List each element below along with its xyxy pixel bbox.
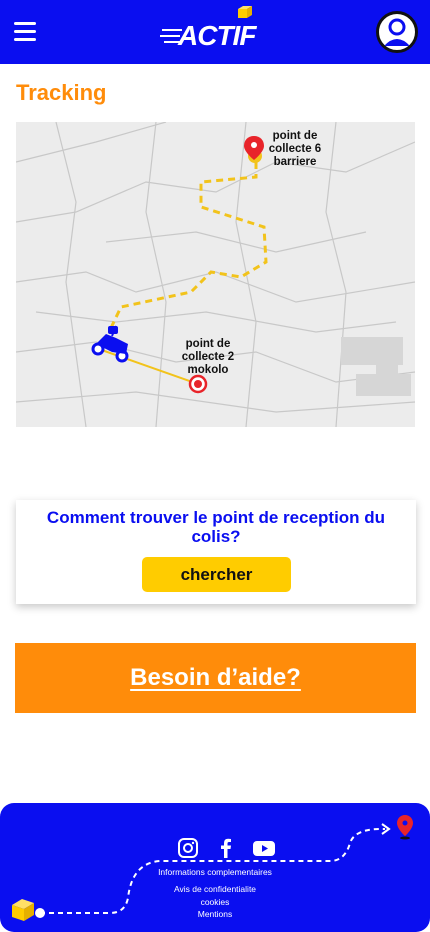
origin-label-line: point de [185,338,231,350]
origin-label: point de collecte 2 mokolo [173,338,243,377]
origin-label-line: mokolo [187,364,229,376]
logo-text: ACTIF [178,20,256,51]
footer-link-info[interactable]: Informations complementaires [130,867,300,877]
user-avatar-icon[interactable] [376,11,418,53]
tracking-map[interactable]: point de collecte 6 barriere point de co… [16,122,415,427]
destination-label-line: barriere [273,156,317,168]
footer-link-legal[interactable]: Mentions [130,909,300,919]
menu-icon[interactable] [14,22,36,42]
footer-location-pin-icon [397,815,413,840]
facebook-icon[interactable] [214,836,238,860]
destination-label-line: point de [272,130,318,142]
brand-logo[interactable]: ACTIF [160,6,270,54]
destination-label-line: collecte 6 [268,143,322,155]
search-button[interactable]: chercher [142,557,291,592]
youtube-icon[interactable] [252,836,276,860]
app-header: ACTIF [0,0,430,64]
need-help-button[interactable]: Besoin d’aide? [15,643,416,713]
map-streets [16,122,415,427]
reception-point-question: Comment trouver le point de reception du… [46,508,386,546]
delivery-scooter-icon [91,325,129,363]
package-box-icon [12,899,34,921]
footer: Informations complementaires Avis de con… [0,803,430,932]
need-help-label[interactable]: Besoin d’aide? [130,664,301,691]
help-card: Comment trouver le point de reception du… [16,500,416,604]
footer-link-cookies[interactable]: cookies [130,897,300,907]
instagram-icon[interactable] [176,836,200,860]
origin-label-line: collecte 2 [181,351,235,363]
footer-link-privacy[interactable]: Avis de confidentialite [130,884,300,894]
page-title: Tracking [16,80,107,105]
destination-label: point de collecte 6 barriere [260,130,330,169]
